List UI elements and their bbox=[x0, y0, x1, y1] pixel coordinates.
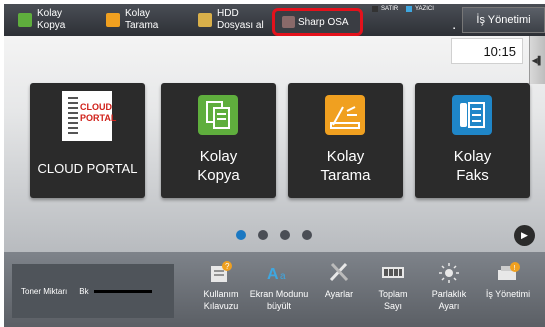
shortcut-hdd-label: HDD Dosyası al bbox=[217, 8, 264, 31]
toner-level-bar bbox=[93, 289, 152, 293]
copy-icon bbox=[18, 13, 32, 27]
status-printer: YAZICI bbox=[406, 6, 434, 12]
page-dot-3[interactable] bbox=[280, 230, 290, 240]
page-dot-2[interactable] bbox=[258, 230, 268, 240]
side-panel-tab[interactable]: ◀▌ bbox=[529, 36, 545, 84]
page-dot-1[interactable] bbox=[236, 230, 246, 240]
tile-kolay-faks[interactable]: Kolay Faks bbox=[415, 83, 530, 198]
home-panel: 10:15 ◀▌ CLOUD PORTAL CLOUD PORTAL Kolay… bbox=[4, 36, 545, 252]
counter-icon bbox=[382, 267, 404, 278]
toner-status: Toner Miktarı Bk bbox=[12, 264, 174, 318]
magnify-mode-button[interactable]: A a Ekran Modunu büyült bbox=[246, 260, 312, 322]
line-indicator-icon bbox=[372, 6, 378, 12]
shortcut-hdd[interactable]: HDD Dosyası al bbox=[198, 4, 277, 36]
job-status-top-label: İş Yönetimi bbox=[476, 14, 531, 26]
tile-kolay-tarama[interactable]: Kolay Tarama bbox=[288, 83, 403, 198]
settings-label: Ayarlar bbox=[324, 289, 354, 299]
manual-label: Kullanım Kılavuzu bbox=[203, 289, 239, 311]
tile-cloud-portal[interactable]: CLOUD PORTAL CLOUD PORTAL bbox=[30, 83, 145, 198]
page-indicator bbox=[236, 230, 312, 240]
job-status-icon: ! bbox=[498, 262, 520, 280]
cloud-portal-icon: CLOUD PORTAL bbox=[62, 91, 116, 141]
toner-label: Toner Miktarı bbox=[21, 286, 68, 296]
job-status-bottom-button[interactable]: ! İş Yönetimi bbox=[476, 260, 540, 322]
sharp-osa-label: Sharp OSA bbox=[298, 16, 349, 28]
shortcut-kolay-kopya[interactable]: Kolay Kopya bbox=[18, 4, 97, 36]
cloud-portal-stripes bbox=[68, 97, 78, 135]
play-arrow-icon: ▶ bbox=[521, 230, 528, 240]
job-status-top-button[interactable]: İş Yönetimi bbox=[462, 7, 545, 33]
brightness-button[interactable]: Parlaklık Ayarı bbox=[422, 260, 476, 322]
shortcut-kolay-kopya-label: Kolay Kopya bbox=[37, 8, 66, 31]
svg-text:A: A bbox=[267, 266, 279, 283]
manual-button[interactable]: ? Kullanım Kılavuzu bbox=[194, 260, 248, 322]
counter-label: Toplam Sayı bbox=[378, 289, 408, 311]
counter-button[interactable]: Toplam Sayı bbox=[366, 260, 420, 322]
tile-kolay-kopya-label: Kolay Kopya bbox=[197, 148, 240, 184]
tile-cloud-portal-label: CLOUD PORTAL bbox=[37, 161, 138, 176]
sharp-osa-button[interactable]: Sharp OSA bbox=[272, 8, 363, 36]
shortcut-kolay-tarama-label: Kolay Tarama bbox=[125, 8, 159, 31]
next-page-button[interactable]: ▶ bbox=[514, 225, 535, 246]
tile-kolay-faks-label: Kolay Faks bbox=[453, 148, 492, 184]
settings-button[interactable]: Ayarlar bbox=[312, 260, 366, 322]
status-dot: ▪ bbox=[453, 26, 456, 32]
printer-indicator-icon bbox=[406, 6, 412, 12]
bottom-bar: Toner Miktarı Bk ? Kullanım Kılavuzu A a… bbox=[4, 252, 545, 327]
fax-icon bbox=[452, 95, 492, 135]
status-line: SATIR bbox=[372, 6, 398, 12]
manual-icon: ? bbox=[211, 261, 232, 282]
svg-text:!: ! bbox=[514, 265, 516, 272]
folder-icon bbox=[198, 13, 212, 27]
tile-kolay-tarama-label: Kolay Tarama bbox=[320, 148, 371, 184]
brightness-label: Parlaklık Ayarı bbox=[431, 289, 467, 311]
scan-icon bbox=[325, 95, 365, 135]
magnify-mode-icon: A a bbox=[267, 266, 286, 283]
side-panel-arrow-icon: ◀▌ bbox=[531, 55, 544, 65]
brightness-icon bbox=[439, 263, 459, 283]
copy-icon bbox=[198, 95, 238, 135]
cloud-portal-logo-text: CLOUD PORTAL bbox=[80, 102, 117, 123]
svg-text:?: ? bbox=[225, 262, 230, 271]
toner-color: Bk bbox=[79, 286, 89, 296]
clock: 10:15 bbox=[451, 38, 523, 64]
tile-kolay-kopya[interactable]: Kolay Kopya bbox=[161, 83, 276, 198]
osa-icon bbox=[282, 16, 295, 28]
device-screen: Kolay Kopya Kolay Tarama HDD Dosyası al … bbox=[4, 4, 545, 327]
status-printer-label: YAZICI bbox=[415, 6, 434, 12]
settings-icon bbox=[329, 262, 349, 282]
shortcut-kolay-tarama[interactable]: Kolay Tarama bbox=[106, 4, 185, 36]
page-dot-4[interactable] bbox=[302, 230, 312, 240]
status-line-label: SATIR bbox=[381, 6, 399, 12]
svg-text:a: a bbox=[280, 271, 286, 282]
job-status-bottom-label: İş Yönetimi bbox=[485, 289, 531, 299]
scan-icon bbox=[106, 13, 120, 27]
magnify-mode-label: Ekran Modunu büyült bbox=[249, 289, 309, 311]
top-bar: Kolay Kopya Kolay Tarama HDD Dosyası al … bbox=[4, 4, 545, 36]
